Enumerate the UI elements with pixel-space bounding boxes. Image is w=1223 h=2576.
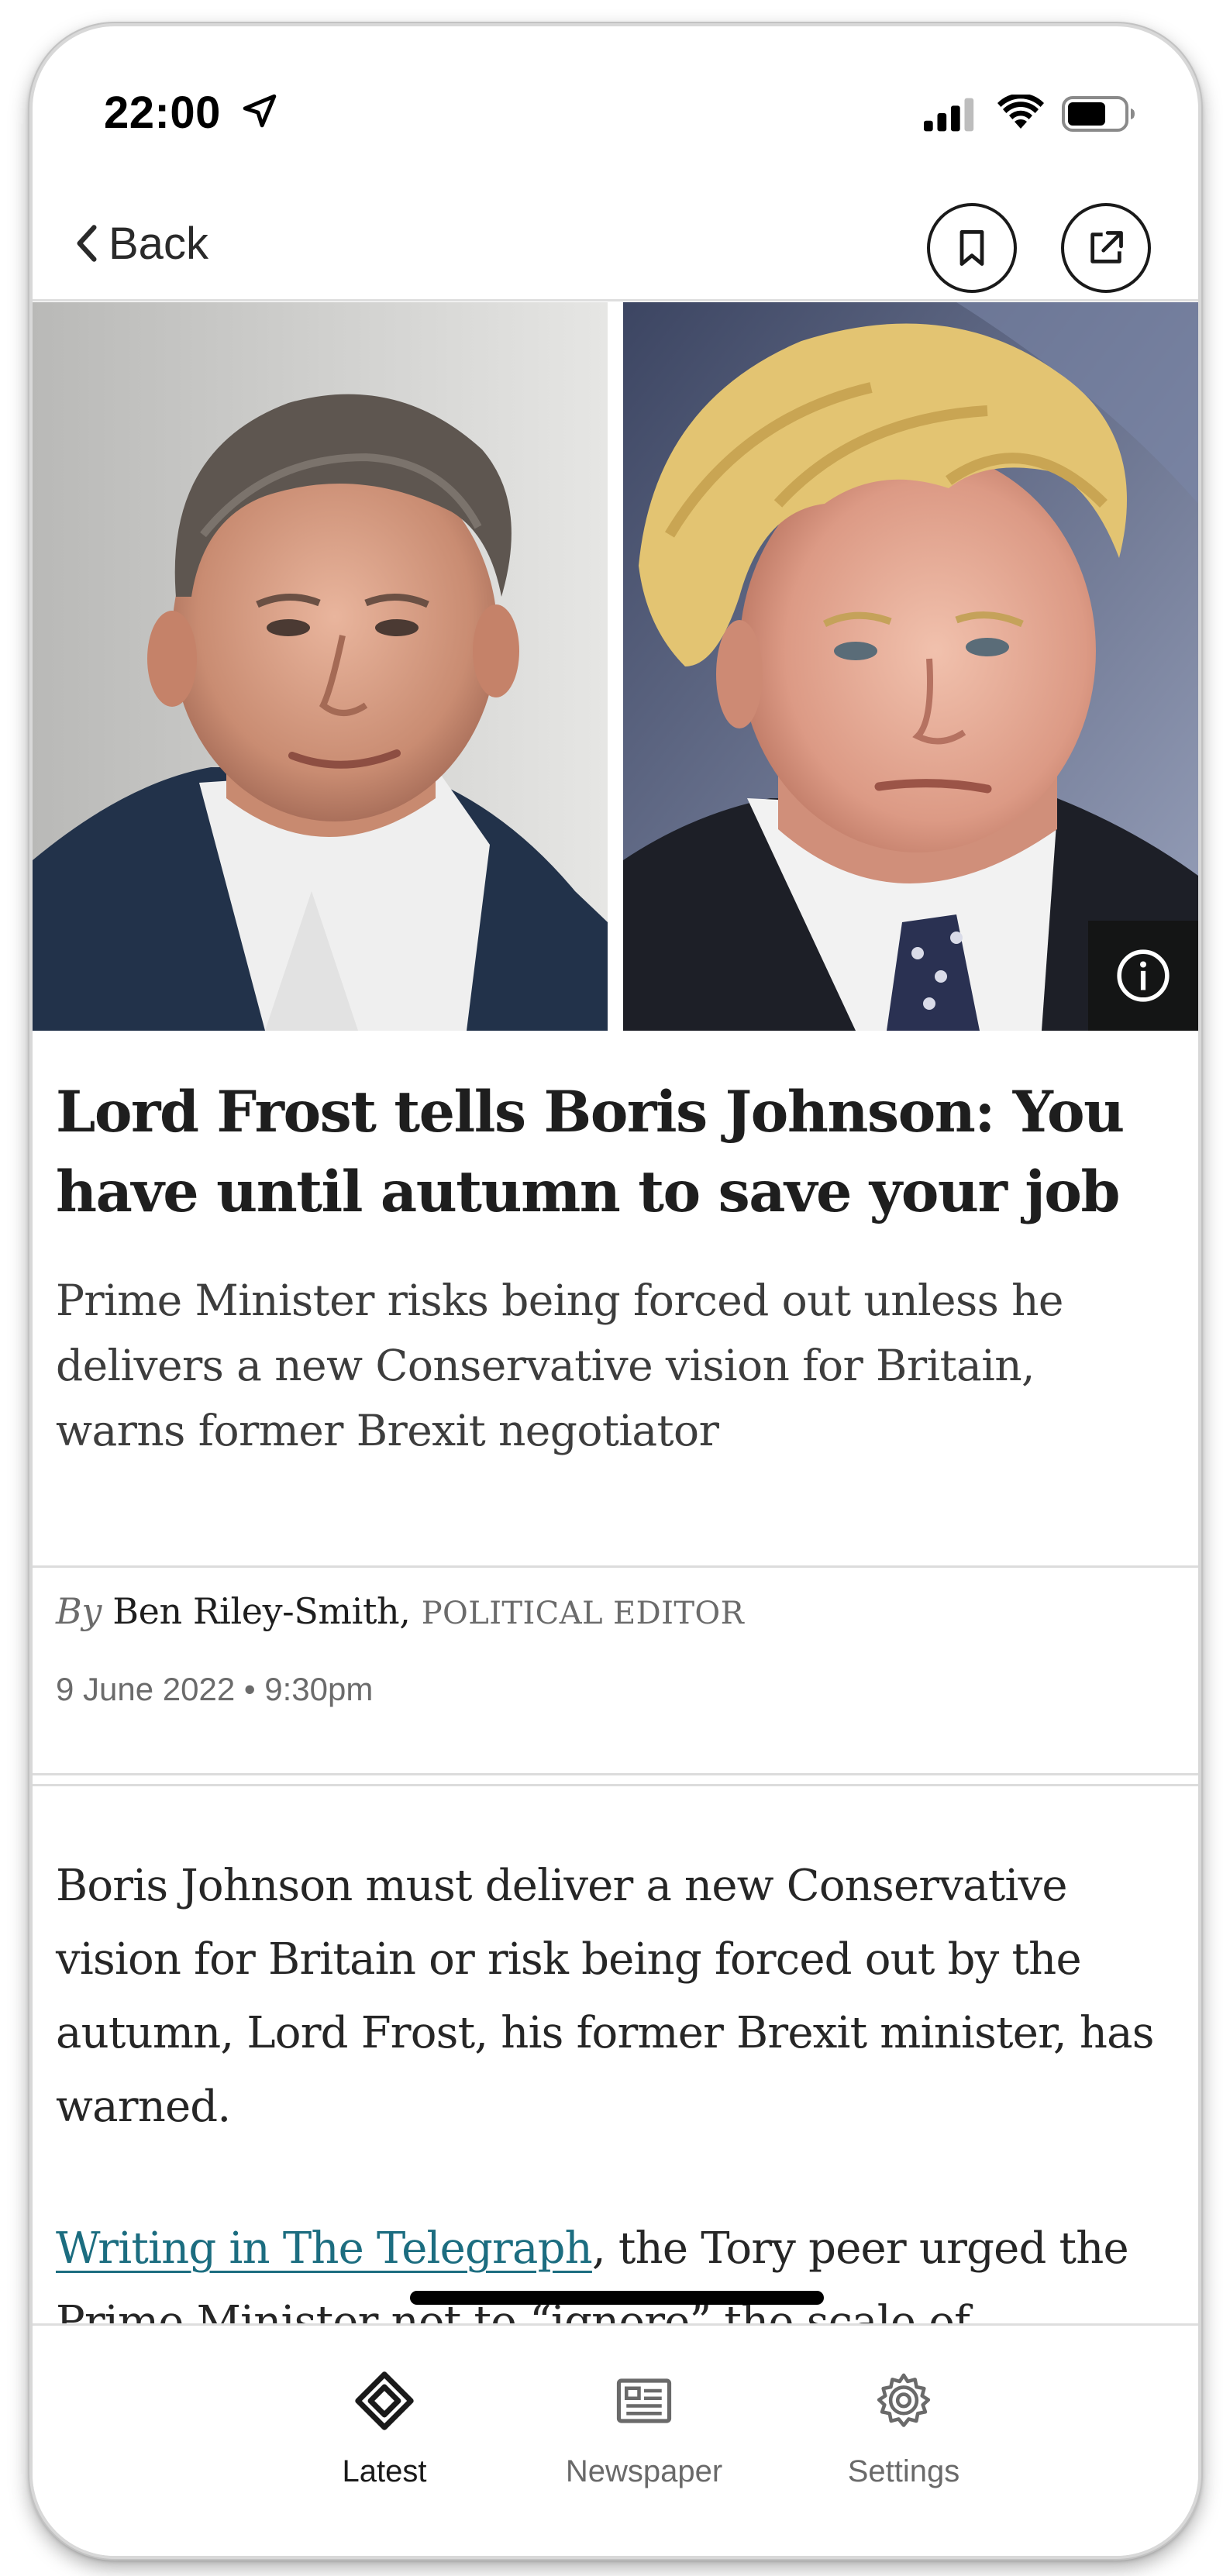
diamond-latest-icon	[355, 2371, 414, 2430]
phone-frame: 22:00 Back Lord Frost tells Boris Johnso…	[29, 23, 1201, 2559]
newspaper-icon	[616, 2378, 672, 2423]
bookmark-button[interactable]	[927, 203, 1017, 293]
article-paragraph: Boris Johnson must deliver a new Conserv…	[56, 1861, 1154, 2132]
status-time: 22:00	[104, 88, 221, 138]
divider	[33, 1565, 1198, 1568]
tab-newspaper[interactable]: Newspaper	[543, 2371, 745, 2489]
telegraph-article-link[interactable]: Writing in The Telegraph	[56, 2223, 593, 2274]
tab-bar: Latest Newspaper Settings	[33, 2323, 1198, 2556]
hero-image[interactable]	[33, 302, 1198, 1031]
tab-label: Newspaper	[565, 2454, 723, 2488]
tab-label: Settings	[847, 2454, 960, 2488]
article-headline: Lord Frost tells Boris Johnson: You have…	[56, 1079, 1125, 1225]
share-button[interactable]	[1061, 203, 1151, 293]
divider	[33, 1784, 1198, 1786]
article-standfirst: Prime Minister risks being forced out un…	[56, 1276, 1063, 1455]
image-info-button[interactable]	[1088, 921, 1198, 1031]
tab-settings[interactable]: Settings	[803, 2371, 1004, 2489]
location-arrow-icon	[243, 94, 277, 128]
photo-lord-frost	[33, 302, 608, 1031]
info-icon	[1117, 949, 1170, 1002]
author-name[interactable]: Ben Riley-Smith,	[112, 1590, 411, 1632]
battery-icon	[1062, 96, 1135, 132]
wifi-icon	[997, 95, 1044, 129]
cellular-signal-icon	[924, 98, 974, 132]
divider	[33, 1773, 1198, 1775]
nav-divider	[33, 299, 1198, 301]
photo-boris-johnson	[623, 302, 1198, 1031]
share-external-icon	[1090, 231, 1123, 263]
publish-date: 9 June 2022 • 9:30pm	[56, 1671, 374, 1707]
author-role: POLITICAL EDITOR	[421, 1596, 745, 1631]
back-button[interactable]: Back	[71, 212, 208, 274]
tab-label: Latest	[342, 2454, 427, 2488]
tab-latest[interactable]: Latest	[284, 2371, 485, 2489]
back-label: Back	[109, 218, 208, 269]
gear-icon	[877, 2373, 931, 2427]
home-indicator[interactable]	[410, 2291, 824, 2305]
chevron-left-icon	[77, 225, 97, 262]
bookmark-icon	[959, 230, 984, 266]
byline-prefix: By	[56, 1590, 102, 1632]
byline: By Ben Riley-Smith, POLITICAL EDITOR	[56, 1590, 744, 1632]
